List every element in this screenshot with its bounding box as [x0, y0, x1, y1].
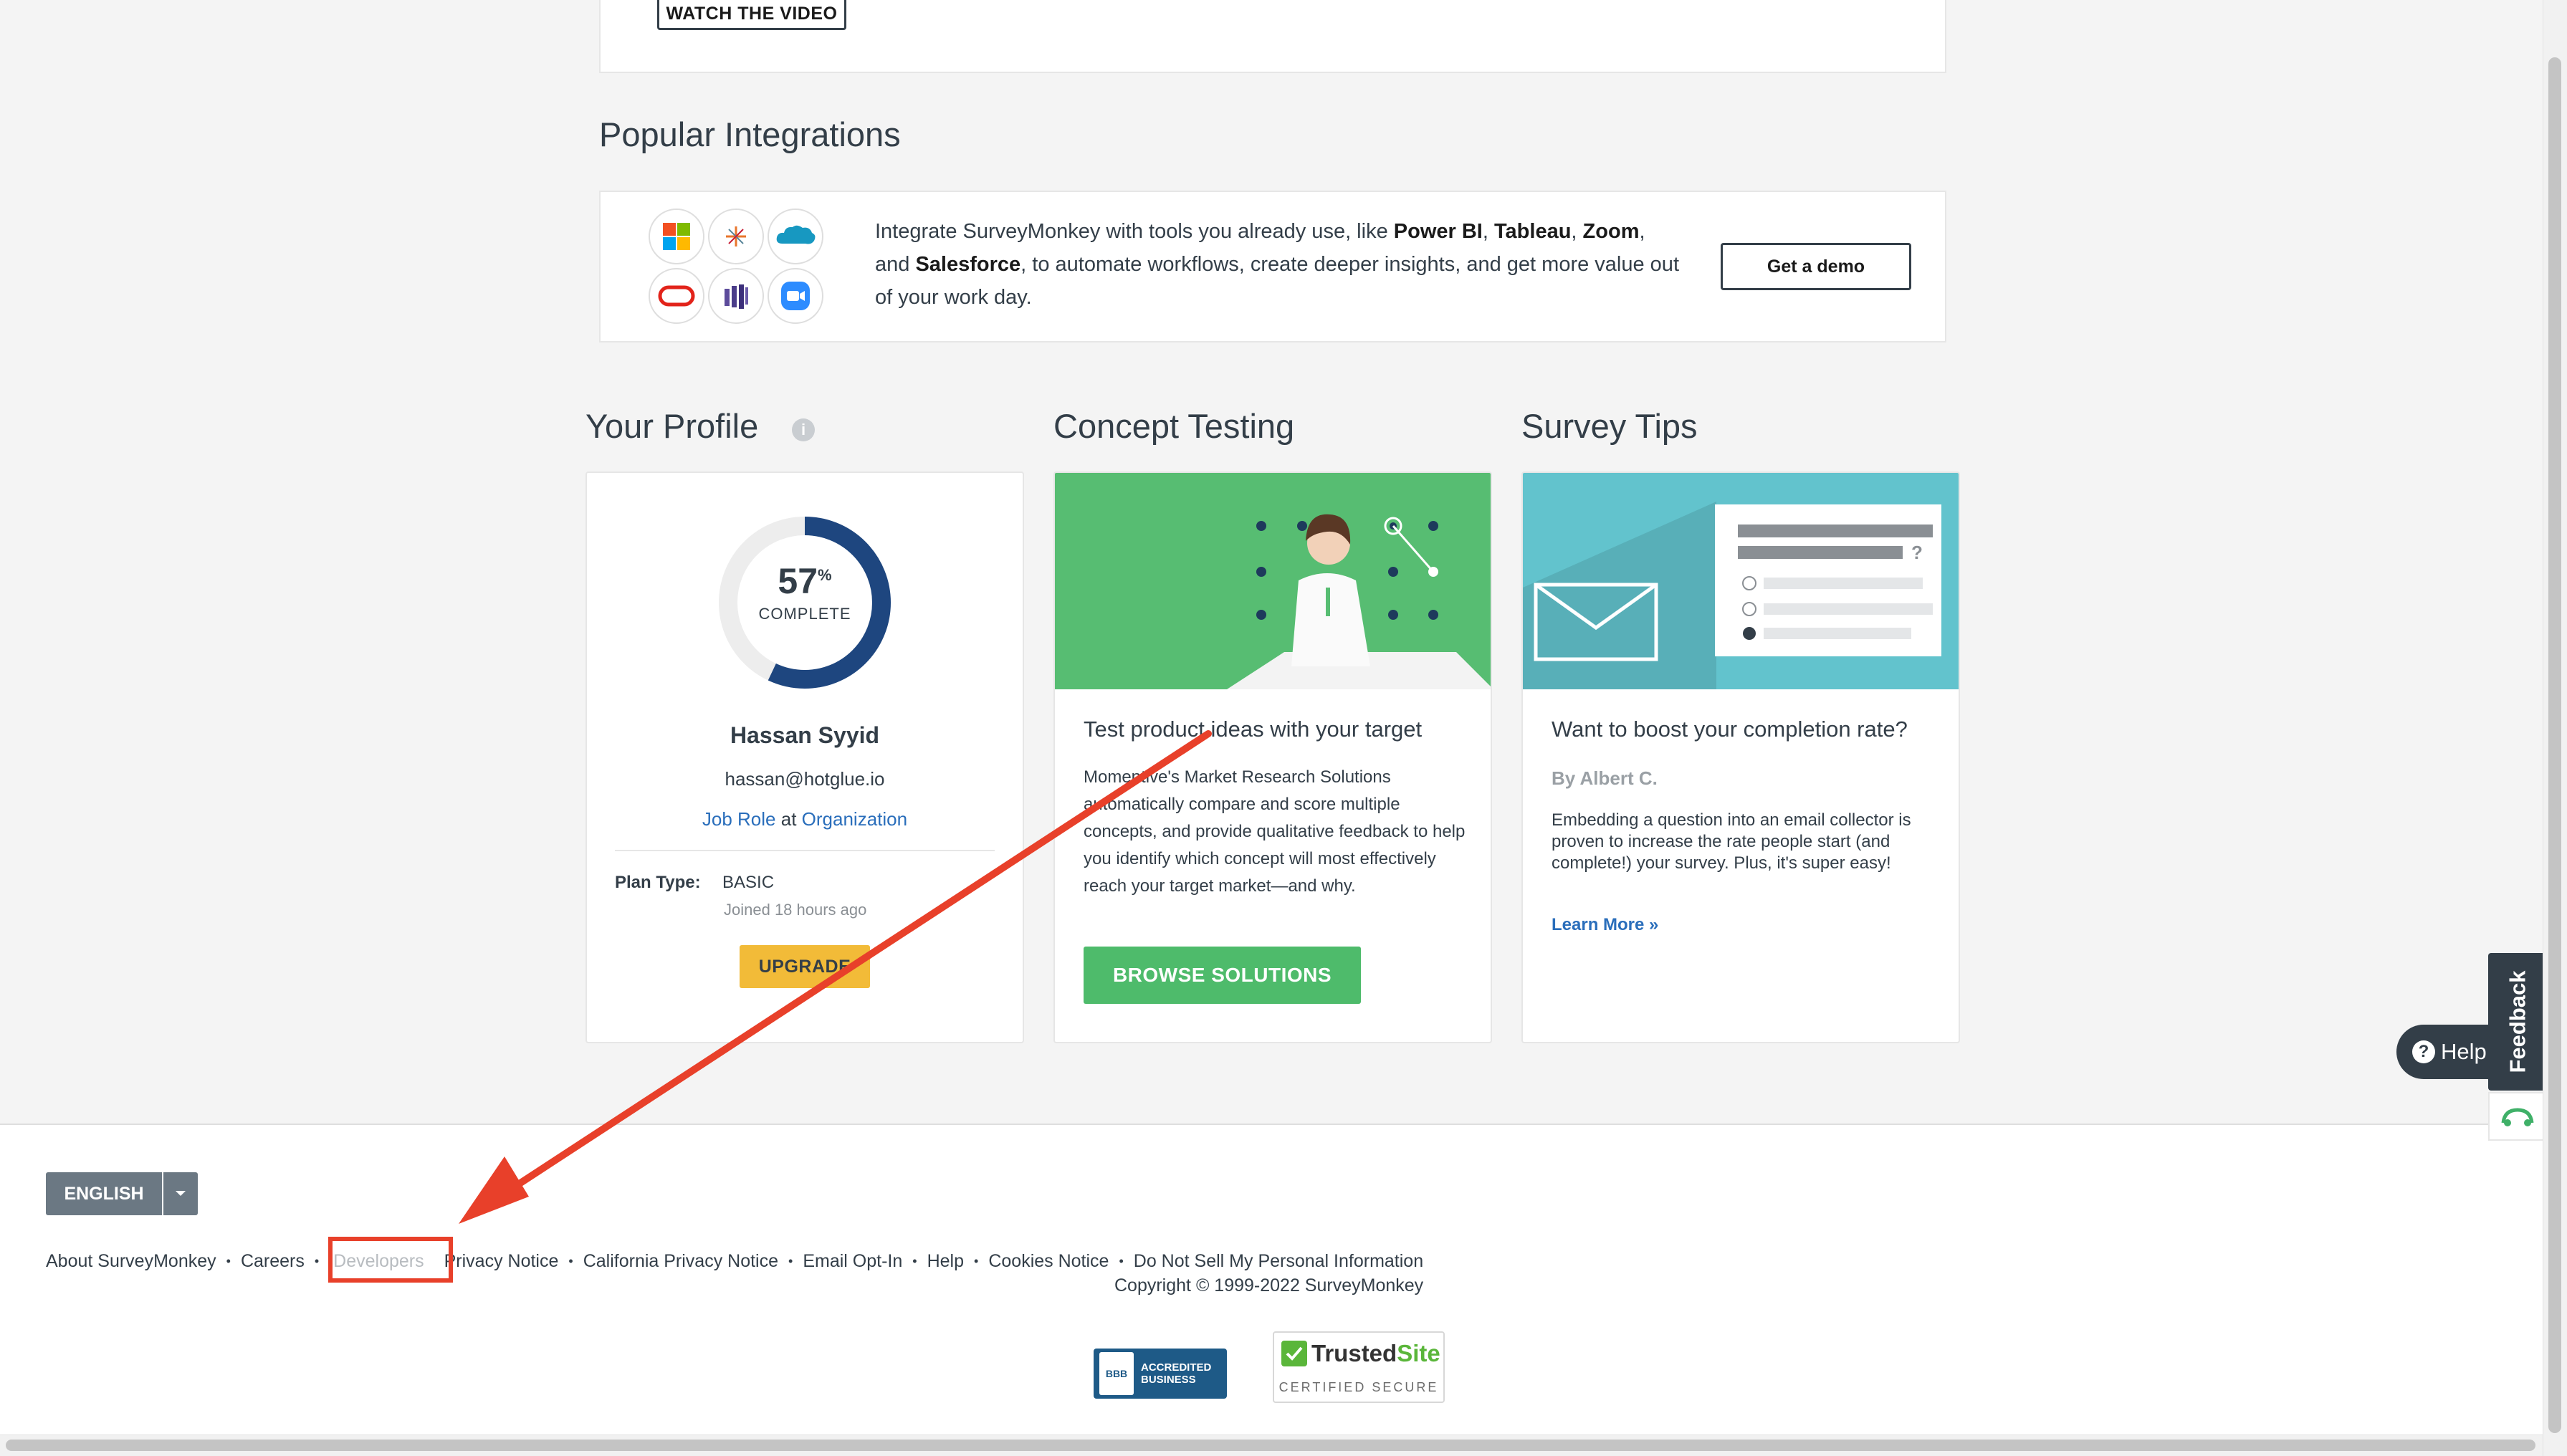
- developers-highlight-box: [328, 1237, 453, 1283]
- footer-link-california-privacy[interactable]: California Privacy Notice: [583, 1251, 778, 1272]
- bbb-logo-icon: BBB: [1099, 1352, 1134, 1395]
- language-dropdown-toggle[interactable]: [163, 1172, 198, 1215]
- language-selector[interactable]: ENGLISH: [46, 1172, 162, 1215]
- plan-type-value: BASIC: [722, 873, 775, 892]
- organization-link[interactable]: Organization: [802, 808, 907, 830]
- plan-type-label: Plan Type:: [615, 873, 701, 892]
- concept-body: Momentive's Market Research Solutions au…: [1084, 767, 1466, 896]
- footer-separator: •: [1119, 1253, 1124, 1268]
- oracle-icon: [649, 268, 704, 324]
- surveymonkey-logo-icon: [2501, 1108, 2534, 1126]
- svg-text:?: ?: [1911, 542, 1923, 563]
- joined-text: Joined 18 hours ago: [724, 901, 867, 919]
- bbb-line-1: ACCREDITED: [1141, 1361, 1212, 1374]
- job-role-link[interactable]: Job Role: [702, 808, 776, 830]
- chevron-down-icon: [176, 1191, 186, 1196]
- info-icon[interactable]: i: [792, 418, 815, 441]
- profile-role-line: Job Role at Organization: [585, 808, 1024, 830]
- vertical-scrollbar-thumb[interactable]: [2548, 57, 2561, 1433]
- zoom-icon: [768, 268, 823, 324]
- tips-heading: Want to boost your completion rate?: [1552, 717, 1908, 742]
- footer-link-do-not-sell[interactable]: Do Not Sell My Personal Information: [1134, 1251, 1423, 1272]
- watch-video-button[interactable]: WATCH THE VIDEO: [657, 0, 846, 30]
- feedback-tab[interactable]: Feedback: [2488, 953, 2547, 1091]
- survey-tips-title: Survey Tips: [1521, 407, 1698, 445]
- survey-tips-illustration: ?: [1523, 473, 1959, 689]
- trustedsite-badge[interactable]: TrustedSite CERTIFIED SECURE: [1273, 1331, 1445, 1403]
- feedback-label: Feedback: [2505, 970, 2530, 1073]
- bbb-line-2: BUSINESS: [1141, 1374, 1196, 1386]
- concept-testing-illustration: [1055, 473, 1491, 689]
- profile-email: hassan@hotglue.io: [725, 768, 885, 790]
- footer-link-careers[interactable]: Careers: [241, 1251, 305, 1272]
- footer-separator: •: [568, 1253, 573, 1268]
- browse-solutions-button[interactable]: BROWSE SOLUTIONS: [1084, 947, 1361, 1004]
- footer-separator: •: [912, 1253, 917, 1268]
- trustedsite-subtitle: CERTIFIED SECURE: [1278, 1380, 1439, 1394]
- profile-divider: [615, 850, 995, 851]
- footer-links: About SurveyMonkey • Careers • Developer…: [46, 1248, 1423, 1274]
- concept-testing-title: Concept Testing: [1053, 407, 1295, 445]
- footer-link-privacy[interactable]: Privacy Notice: [444, 1251, 559, 1272]
- upgrade-button[interactable]: UPGRADE: [740, 945, 870, 988]
- help-label: Help: [2441, 1039, 2487, 1064]
- microsoft-icon: [649, 209, 704, 264]
- trustedsite-title: TrustedSite: [1281, 1340, 1440, 1367]
- get-a-demo-button[interactable]: Get a demo: [1721, 243, 1911, 290]
- integrations-title: Popular Integrations: [599, 115, 901, 153]
- feedback-logo-button[interactable]: [2488, 1092, 2547, 1141]
- footer-separator: •: [788, 1253, 793, 1268]
- footer-separator: •: [974, 1253, 979, 1268]
- concept-heading: Test product ideas with your target: [1084, 717, 1423, 742]
- copyright-text: Copyright © 1999-2022 SurveyMonkey: [1114, 1275, 1424, 1295]
- tips-author: By Albert C.: [1552, 767, 1658, 789]
- tips-body: Embedding a question into an email colle…: [1552, 810, 1911, 873]
- powerbi-icon: [708, 268, 764, 324]
- footer-link-help[interactable]: Help: [927, 1251, 964, 1272]
- salesforce-icon: [768, 209, 823, 264]
- footer-separator: •: [226, 1253, 231, 1268]
- completion-percent-sign: %: [818, 566, 832, 584]
- your-profile-title: Your Profile: [585, 407, 759, 445]
- survey-tips-card: ?: [1521, 471, 1960, 1043]
- footer-link-email-opt-in[interactable]: Email Opt-In: [803, 1251, 902, 1272]
- horizontal-scrollbar-thumb[interactable]: [6, 1440, 2535, 1451]
- footer-separator: •: [314, 1253, 320, 1268]
- completion-ring: [719, 517, 891, 689]
- completion-percent: 57%: [717, 560, 893, 602]
- learn-more-link[interactable]: Learn More »: [1552, 915, 1658, 935]
- integrations-description: Integrate SurveyMonkey with tools you al…: [875, 220, 1679, 309]
- checkmark-icon: [1281, 1341, 1307, 1366]
- profile-name: Hassan Syyid: [730, 722, 880, 748]
- completion-percent-value: 57: [778, 561, 818, 601]
- help-question-icon: ?: [2412, 1040, 2435, 1063]
- completion-label: COMPLETE: [758, 605, 851, 623]
- footer-link-about[interactable]: About SurveyMonkey: [46, 1251, 216, 1272]
- bbb-accredited-badge[interactable]: BBB ACCREDITED BUSINESS: [1094, 1349, 1227, 1399]
- footer-link-cookies[interactable]: Cookies Notice: [988, 1251, 1109, 1272]
- role-at-text: at: [780, 808, 797, 830]
- tableau-icon: [708, 209, 764, 264]
